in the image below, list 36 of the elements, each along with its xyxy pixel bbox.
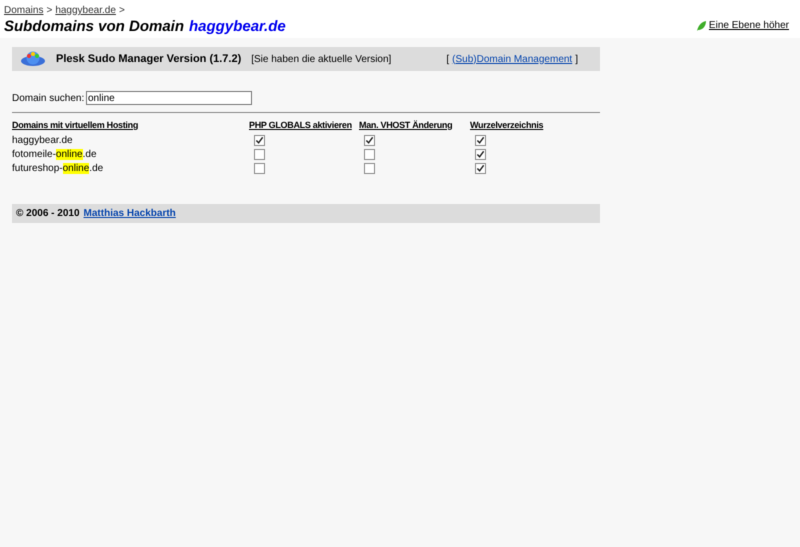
breadcrumb-link[interactable]: Domains — [4, 3, 44, 18]
checkbox[interactable] — [364, 162, 375, 174]
checkbox[interactable] — [254, 134, 265, 146]
breadcrumb-separator: > — [118, 4, 125, 18]
breadcrumb-link[interactable]: haggybear.de — [55, 3, 116, 18]
checkbox[interactable] — [475, 134, 486, 146]
domain-title: haggybear.de — [189, 18, 286, 36]
check-icon — [255, 136, 264, 144]
checkbox[interactable] — [475, 162, 486, 174]
page-title: Subdomains von Domain — [4, 18, 184, 36]
checkbox[interactable] — [475, 148, 486, 160]
leaf-icon — [694, 20, 707, 32]
column-header: PHP GLOBALS aktivieren — [249, 119, 353, 132]
checkbox[interactable] — [254, 148, 265, 160]
version-status: [Sie haben die aktuelle Version] — [251, 52, 392, 66]
bracket: [ — [446, 52, 450, 66]
domain-name: haggybear.de — [12, 134, 74, 148]
domain-name: fotomeile-online.de — [12, 148, 98, 162]
column-header: Domains mit virtuellem Hosting — [12, 119, 140, 132]
checkbox[interactable] — [364, 148, 375, 160]
banner-title: Plesk Sudo Manager Version (1.7.2) — [56, 52, 242, 67]
search-label: Domain suchen: — [12, 92, 86, 106]
check-icon — [365, 136, 374, 144]
bracket: ] — [575, 52, 578, 66]
up-level-link[interactable]: Eine Ebene höher — [708, 18, 789, 33]
globe-icon — [20, 50, 46, 68]
column-header: Man. VHOST Änderung — [359, 119, 454, 132]
breadcrumb-separator: > — [46, 4, 52, 18]
domain-name: futureshop-online.de — [12, 162, 104, 176]
search-field[interactable]: online — [86, 91, 252, 105]
copyright-text: © 2006 - 2010 — [16, 206, 80, 220]
checkbox[interactable] — [254, 162, 265, 174]
checkbox[interactable] — [364, 134, 375, 146]
author-link[interactable]: Matthias Hackbarth — [84, 206, 176, 220]
column-header: Wurzelverzeichnis — [470, 119, 544, 132]
domain-management-link[interactable]: (Sub)Domain Management — [452, 52, 572, 66]
